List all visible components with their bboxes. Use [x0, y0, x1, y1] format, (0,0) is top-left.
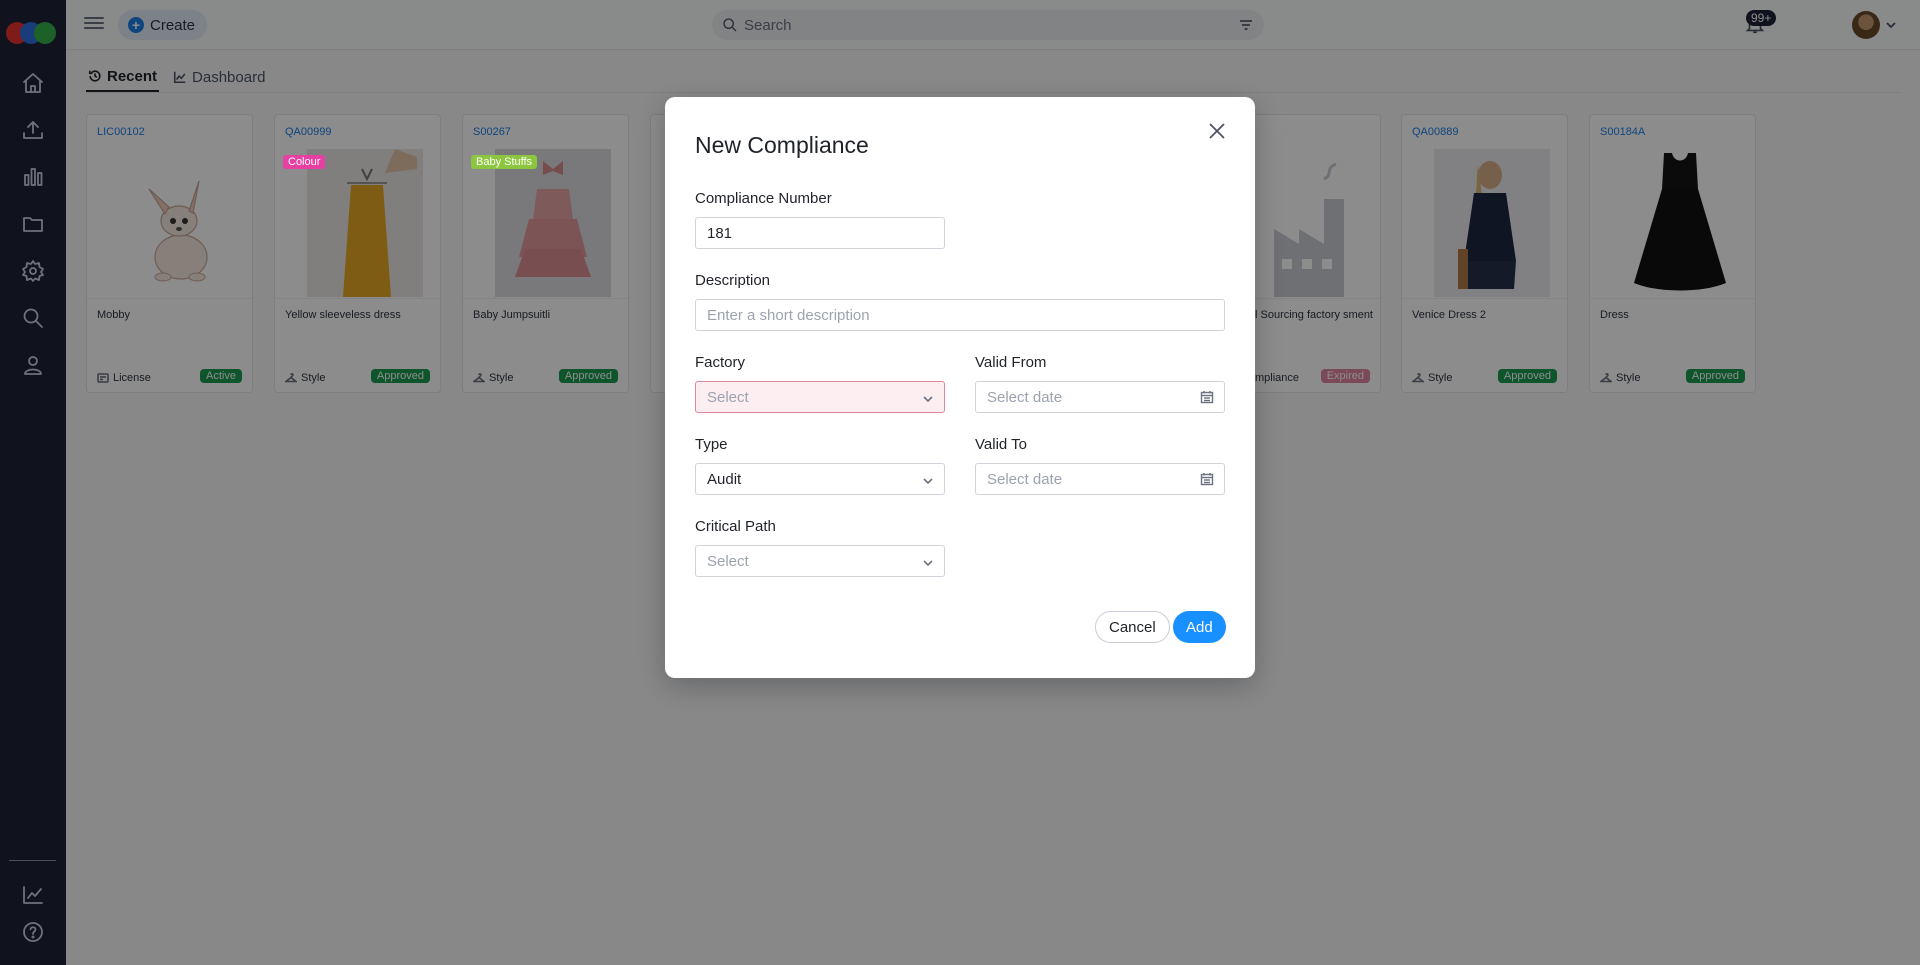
valid-from-datepicker[interactable]: Select date	[975, 381, 1225, 413]
calendar-icon	[1200, 390, 1214, 404]
compliance-number-label: Compliance Number	[695, 190, 832, 207]
compliance-number-field[interactable]	[695, 217, 945, 249]
description-field[interactable]	[695, 299, 1225, 331]
chevron-down-icon	[922, 474, 934, 486]
dialog-title: New Compliance	[695, 132, 869, 158]
card-tag: Baby Stuffs	[471, 155, 538, 169]
type-label: Type	[695, 436, 728, 453]
critical-path-label: Critical Path	[695, 518, 776, 535]
close-icon[interactable]	[1205, 119, 1229, 143]
description-label: Description	[695, 272, 771, 289]
valid-to-label: Valid To	[975, 436, 1027, 453]
factory-label: Factory	[695, 354, 746, 371]
type-value: Audit	[707, 470, 742, 488]
calendar-icon	[1200, 472, 1214, 486]
compliance-number-input[interactable]	[707, 224, 933, 242]
description-input[interactable]	[707, 306, 1213, 324]
chevron-down-icon	[922, 392, 934, 404]
critical-path-placeholder: Select	[707, 552, 749, 570]
chevron-down-icon	[922, 556, 934, 568]
critical-path-select[interactable]: Select	[695, 545, 945, 577]
new-compliance-dialog: New Compliance Compliance Number Descrip…	[665, 97, 1255, 678]
valid-from-placeholder: Select date	[987, 388, 1063, 406]
valid-to-datepicker[interactable]: Select date	[975, 463, 1225, 495]
factory-select[interactable]: Select	[695, 381, 945, 413]
add-button[interactable]: Add	[1173, 611, 1226, 643]
valid-to-placeholder: Select date	[987, 470, 1063, 488]
factory-placeholder: Select	[707, 388, 749, 406]
card-tag: Colour	[283, 155, 326, 169]
valid-from-label: Valid From	[975, 354, 1047, 371]
type-select[interactable]: Audit	[695, 463, 945, 495]
cancel-button[interactable]: Cancel	[1095, 611, 1170, 643]
